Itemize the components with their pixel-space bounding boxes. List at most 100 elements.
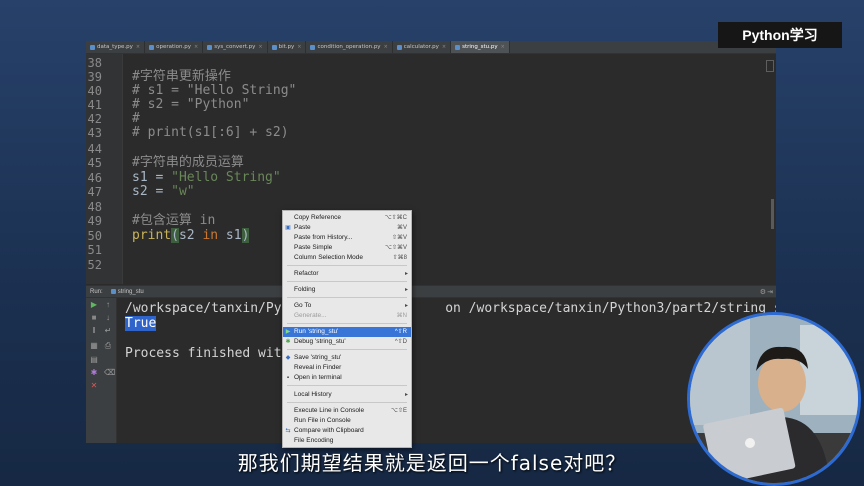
run-console[interactable]: /workspace/tanxin/Pyth on /workspace/tanx… [117, 298, 776, 443]
code-editor[interactable]: 38 39 40 41 42 43 44 45 46 47 48 49 50 5… [86, 54, 776, 284]
scroll-up-icon[interactable]: ↑ [104, 301, 112, 309]
menu-item-refactor[interactable]: Refactor ▸ [283, 269, 411, 279]
stop-icon[interactable]: ■ [90, 314, 98, 322]
menu-item-open-in-terminal[interactable]: ▪ Open in terminal [283, 373, 411, 383]
tab-label: condition_operation.py [317, 44, 381, 50]
menu-item-paste-from-history[interactable]: Paste from History... ⇧⌘V [283, 233, 411, 243]
menu-label: Save 'string_stu' [294, 354, 342, 361]
submenu-arrow-icon: ▸ [404, 303, 408, 309]
line-number: 43 [87, 126, 102, 140]
menu-label: Copy Reference [294, 214, 341, 221]
menu-label: Compare with Clipboard [294, 427, 364, 434]
pin-icon[interactable]: ✱ [90, 369, 98, 377]
rerun-icon[interactable]: ▶ [90, 301, 98, 309]
context-menu: Copy Reference ⌥⇧⌘C ▣ Paste ⌘V Paste from H… [282, 210, 412, 448]
menu-label: Paste Simple [294, 244, 333, 251]
pause-icon[interactable]: ‖ [90, 327, 98, 335]
scroll-down-icon[interactable]: ↓ [104, 314, 112, 322]
menu-item-run-file-in-console[interactable]: Run File in Console [283, 416, 411, 426]
tab-bit[interactable]: bit.py × [268, 41, 307, 53]
line-number: 52 [87, 258, 102, 272]
run-tab[interactable]: string_stu [110, 289, 144, 295]
menu-label: Column Selection Mode [294, 254, 364, 261]
close-icon[interactable]: × [384, 44, 388, 50]
code-line-49: #包含运算 in [132, 213, 216, 228]
ide-window: data_type.py × operation.py × sys_convert.… [86, 41, 776, 443]
menu-shortcut: ⌥⇧E [391, 408, 407, 414]
paren-close: ) [241, 228, 250, 243]
tab-label: calculator.py [403, 44, 439, 50]
close-icon[interactable]: × [194, 44, 198, 50]
run-tool-window-header: Run: string_stu ⚙ ⇥ [86, 285, 776, 298]
tab-label: sys_convert.py [214, 44, 256, 50]
code-line-46: s1 = "Hello String" [132, 171, 281, 185]
debug-icon: ✱ [285, 339, 291, 345]
print-icon[interactable]: ⎙ [104, 342, 112, 350]
menu-item-file-encoding[interactable]: File Encoding [283, 436, 411, 446]
menu-shortcut: ⌥⇧⌘C [384, 215, 407, 221]
menu-item-run[interactable]: ▶ Run 'string_stu' ^⇧R [283, 327, 411, 337]
python-file-icon [110, 289, 116, 294]
tab-label: data_type.py [97, 44, 133, 50]
menu-item-paste-simple[interactable]: Paste Simple ⌥⇧⌘V [283, 243, 411, 253]
menu-shortcut: ⌘N [396, 313, 407, 319]
python-file-icon [271, 44, 277, 50]
line-number: 51 [87, 243, 102, 257]
tab-calculator[interactable]: calculator.py × [393, 41, 452, 53]
menu-separator [287, 349, 407, 350]
menu-item-compare-clipboard[interactable]: ⇆ Compare with Clipboard [283, 426, 411, 436]
menu-label: Execute Line in Console [294, 407, 365, 414]
tab-data-type[interactable]: data_type.py × [86, 41, 146, 53]
console-output-selected: True [125, 316, 157, 331]
menu-item-debug[interactable]: ✱ Debug 'string_stu' ^⇧D [283, 337, 411, 347]
code-line-41: # s2 = "Python" [132, 97, 250, 112]
close-icon[interactable]: × [297, 44, 301, 50]
line-number: 40 [87, 84, 102, 98]
layout-icon[interactable]: ▦ [90, 342, 98, 350]
hide-icon[interactable]: ⇥ [767, 288, 773, 296]
code-line-47: s2 = "w" [132, 185, 195, 199]
menu-separator [287, 265, 407, 266]
menu-item-save[interactable]: ◆ Save 'string_stu' [283, 353, 411, 363]
tab-sys-convert[interactable]: sys_convert.py × [203, 41, 268, 53]
menu-label: Generate... [294, 312, 327, 319]
tab-condition-operation[interactable]: condition_operation.py × [306, 41, 393, 53]
console-line-command: /workspace/tanxin/Pyth on /workspace/tanx… [125, 301, 776, 316]
python-file-icon [90, 44, 95, 50]
close-icon[interactable]: × [136, 44, 140, 50]
code-line-50: print(s2 in s1) [132, 228, 250, 243]
menu-item-local-history[interactable]: Local History ▸ [283, 390, 411, 400]
close-icon[interactable]: ✕ [90, 382, 98, 390]
gear-icon[interactable]: ⚙ [760, 288, 766, 296]
wrap-icon[interactable]: ↵ [104, 327, 112, 335]
close-icon[interactable]: × [501, 44, 505, 50]
close-icon[interactable]: × [258, 44, 262, 50]
settings-icon[interactable]: ▤ [90, 356, 98, 364]
menu-shortcut: ⇧⌘8 [392, 255, 407, 261]
terminal-icon: ▪ [286, 375, 290, 381]
menu-shortcut: ^⇧R [394, 329, 407, 335]
code-token: s1 [218, 228, 242, 243]
editor-scrollbar[interactable] [771, 199, 774, 229]
menu-item-column-selection[interactable]: Column Selection Mode ⇧⌘8 [283, 253, 411, 263]
menu-item-go-to[interactable]: Go To ▸ [283, 301, 411, 311]
menu-item-generate[interactable]: Generate... ⌘N [283, 311, 411, 321]
menu-shortcut: ^⇧D [394, 339, 407, 345]
close-icon[interactable]: × [442, 44, 446, 50]
menu-item-copy-reference[interactable]: Copy Reference ⌥⇧⌘C [283, 213, 411, 223]
code-line-42: # [132, 111, 140, 126]
menu-item-folding[interactable]: Folding ▸ [283, 285, 411, 295]
editor-tab-bar: data_type.py × operation.py × sys_convert.… [86, 41, 776, 54]
menu-item-paste[interactable]: ▣ Paste ⌘V [283, 223, 411, 233]
submenu-arrow-icon: ▸ [404, 287, 408, 293]
tab-operation[interactable]: operation.py × [145, 41, 204, 53]
menu-separator [287, 281, 407, 282]
menu-label: Debug 'string_stu' [294, 338, 346, 345]
menu-item-reveal-in-finder[interactable]: Reveal in Finder [283, 363, 411, 373]
console-text: on /workspace/tanxin/Python3/part2/strin… [445, 301, 776, 316]
tab-string-stu[interactable]: string_stu.py × [451, 41, 510, 53]
menu-item-execute-line[interactable]: Execute Line in Console ⌥⇧E [283, 406, 411, 416]
console-line-exit: Process finished with [125, 346, 290, 361]
clear-icon[interactable]: ⌫ [104, 369, 115, 377]
menu-shortcut: ⌥⇧⌘V [385, 245, 407, 251]
